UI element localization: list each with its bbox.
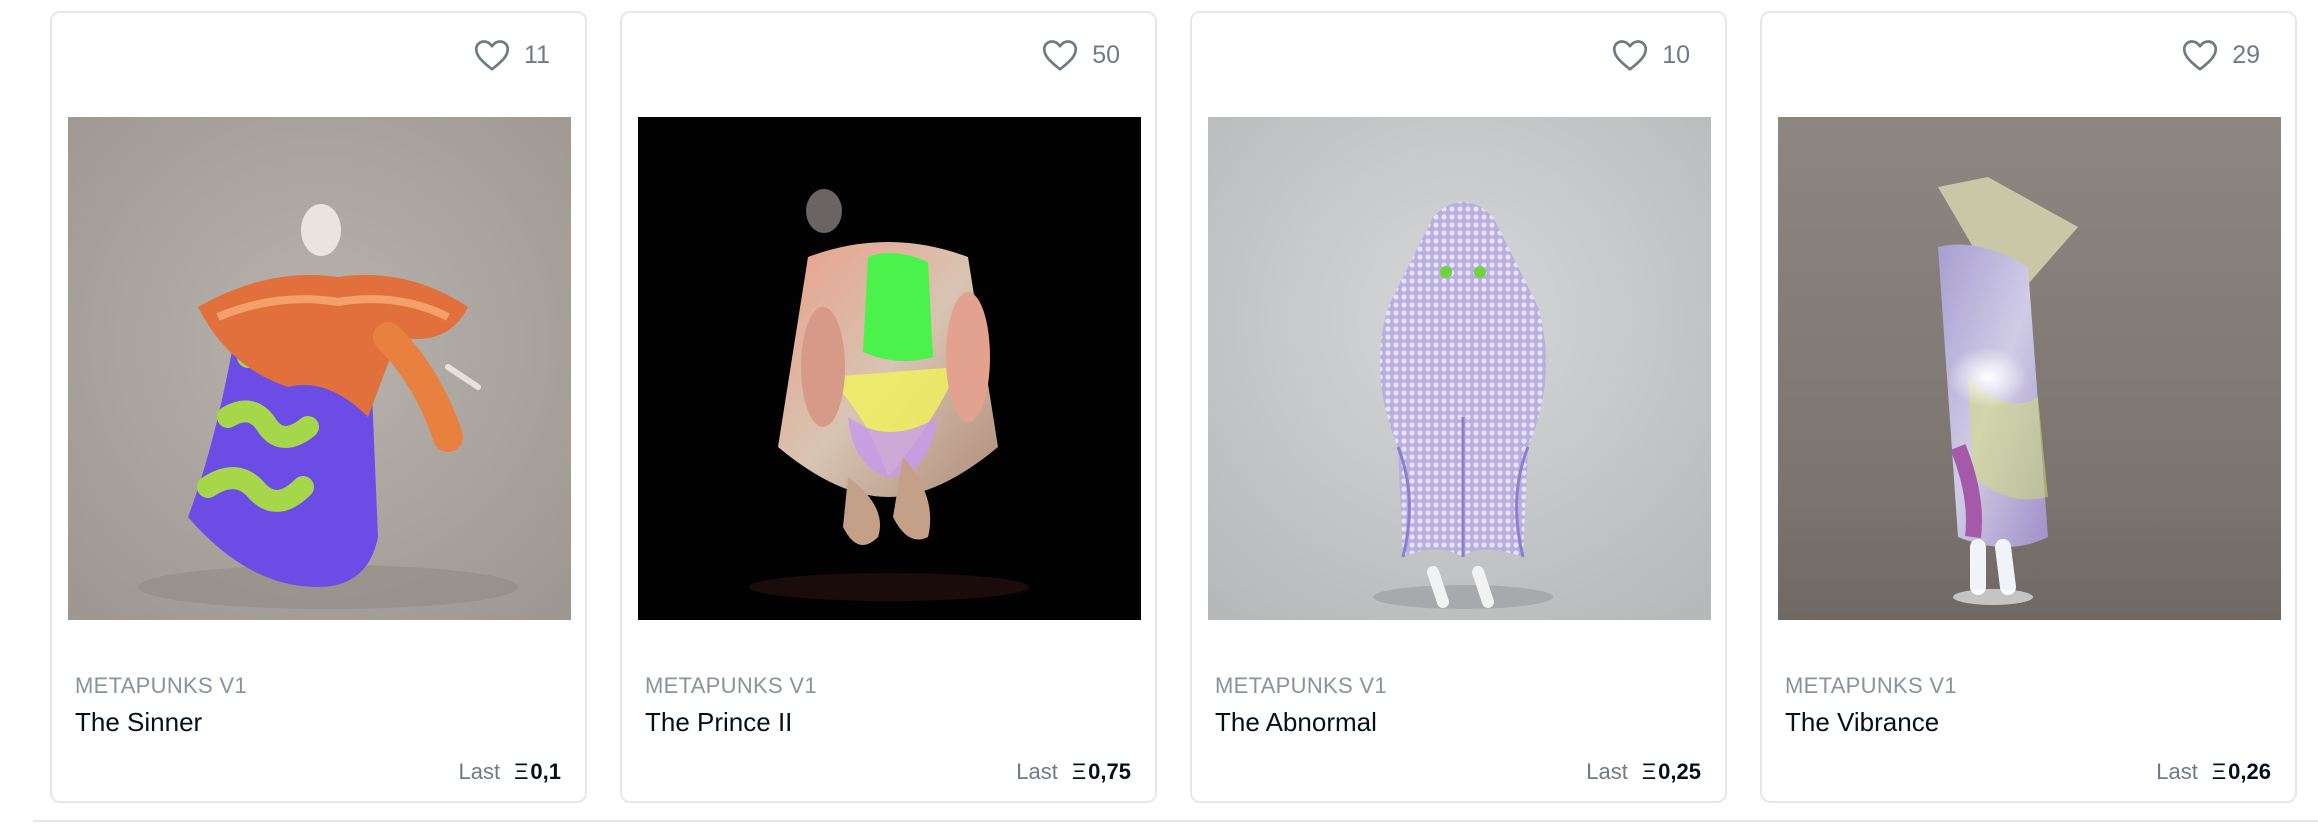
collection-name[interactable]: METAPUNKS V1: [75, 673, 247, 699]
favorite-count: 29: [2232, 40, 2260, 69]
last-price: Last Ξ0,1: [459, 759, 562, 785]
heart-icon: [1613, 40, 1648, 71]
nft-title[interactable]: The Vibrance: [1785, 707, 1939, 738]
nft-artwork-image[interactable]: [68, 117, 571, 620]
favorite-count: 10: [1662, 40, 1690, 69]
nft-artwork-image[interactable]: [638, 117, 1141, 620]
last-price-label: Last: [2156, 759, 2198, 784]
ethereum-icon: Ξ: [2211, 759, 2227, 784]
favorite-button[interactable]: 10: [1612, 39, 1690, 71]
collection-name[interactable]: METAPUNKS V1: [1215, 673, 1387, 699]
nft-card[interactable]: 29 METAPUNKS V1 The Vibrance Last Ξ0,26: [1760, 11, 2297, 803]
last-price-value: Ξ0,1: [514, 759, 561, 785]
ethereum-icon: Ξ: [1071, 759, 1087, 784]
heart-icon: [474, 40, 510, 71]
heart-icon: [1043, 40, 1078, 71]
favorite-button[interactable]: 50: [1042, 39, 1120, 71]
last-price: Last Ξ0,25: [1586, 759, 1701, 785]
last-price: Last Ξ0,75: [1016, 759, 1131, 785]
price-amount: 0,75: [1088, 759, 1131, 784]
price-amount: 0,25: [1658, 759, 1701, 784]
nft-title[interactable]: The Prince II: [645, 707, 792, 738]
nft-title[interactable]: The Sinner: [75, 707, 202, 738]
heart-icon: [2183, 40, 2218, 71]
favorite-button[interactable]: 11: [474, 39, 550, 71]
last-price-label: Last: [1016, 759, 1058, 784]
collection-name[interactable]: METAPUNKS V1: [645, 673, 817, 699]
nft-card[interactable]: 10 METAPUNKS V1 The Abnormal Last Ξ0,25: [1190, 11, 1727, 803]
section-divider: [33, 820, 2318, 822]
ethereum-icon: Ξ: [1641, 759, 1657, 784]
last-price: Last Ξ0,26: [2156, 759, 2271, 785]
last-price-value: Ξ0,26: [2212, 759, 2271, 785]
nft-title[interactable]: The Abnormal: [1215, 707, 1377, 738]
nft-card[interactable]: 11 METAPUNKS V1 The Sinner Last Ξ0,1: [50, 11, 587, 803]
favorite-count: 11: [524, 40, 550, 69]
last-price-label: Last: [1586, 759, 1628, 784]
favorite-button[interactable]: 29: [2182, 39, 2260, 71]
collection-name[interactable]: METAPUNKS V1: [1785, 673, 1957, 699]
nft-artwork-image[interactable]: [1208, 117, 1711, 620]
favorite-count: 50: [1092, 40, 1120, 69]
last-price-value: Ξ0,25: [1642, 759, 1701, 785]
price-amount: 0,26: [2228, 759, 2271, 784]
last-price-label: Last: [458, 759, 501, 784]
ethereum-icon: Ξ: [514, 759, 529, 784]
nft-card-grid: 11 METAPUNKS V1 The Sinner Last Ξ0,1 50 …: [50, 11, 2297, 803]
nft-card[interactable]: 50 METAPUNKS V1 The Prince II Last Ξ0,75: [620, 11, 1157, 803]
price-amount: 0,1: [530, 759, 561, 784]
nft-artwork-image[interactable]: [1778, 117, 2281, 620]
last-price-value: Ξ0,75: [1072, 759, 1131, 785]
